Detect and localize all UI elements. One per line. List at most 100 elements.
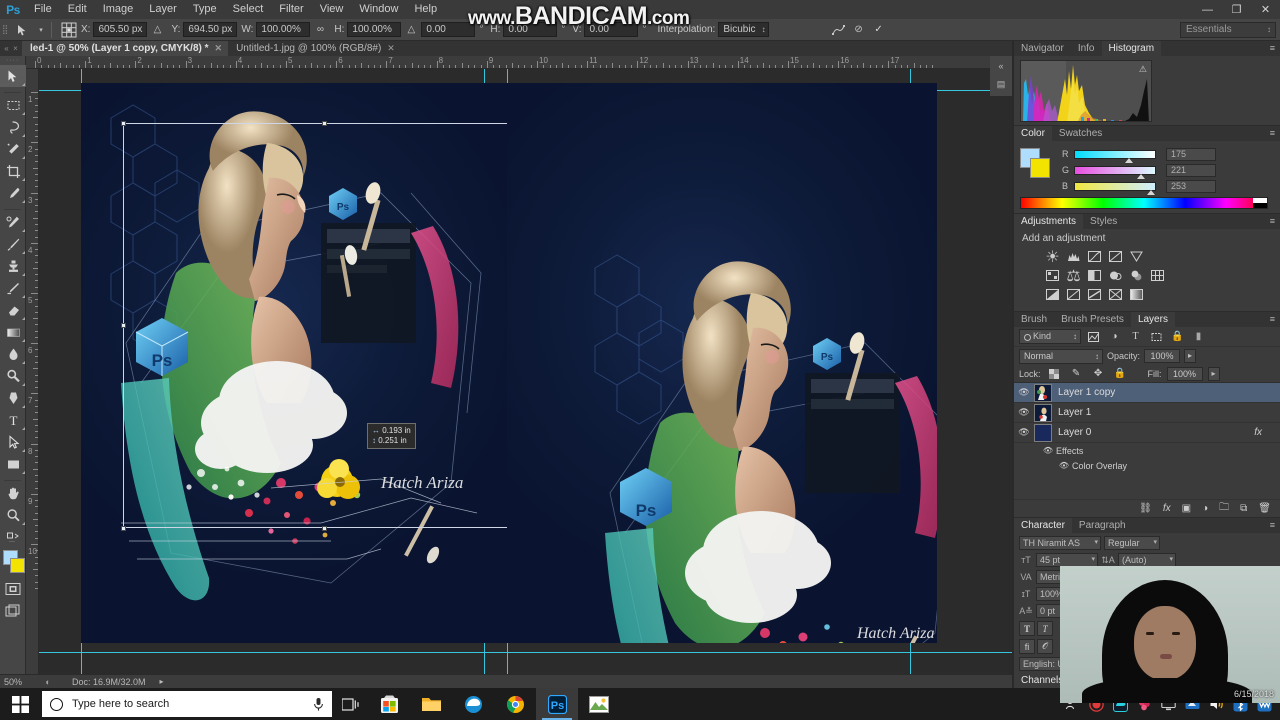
layer-thumbnail[interactable]: [1034, 383, 1052, 402]
zoom-tool[interactable]: [0, 504, 26, 526]
layer-name[interactable]: Layer 1 copy: [1058, 387, 1115, 398]
tab-info[interactable]: Info: [1071, 41, 1102, 56]
clone-stamp-tool[interactable]: [0, 255, 26, 277]
artboard-right[interactable]: Ps Ps Hatch Ariza: [507, 83, 937, 643]
layer-visibility-icon[interactable]: 👁: [1014, 387, 1034, 398]
canvas-area[interactable]: Ps Ps Hatch Ariza ↔ 0.193 in ↕ 0.251 in …: [39, 69, 1012, 674]
skew-h-input[interactable]: 0.00: [503, 22, 558, 37]
height-input[interactable]: 100.00%: [347, 22, 402, 37]
panel-menu-icon[interactable]: ≡: [1270, 44, 1275, 53]
lock-all-icon[interactable]: 🔒: [1112, 366, 1129, 382]
layer-mask-icon[interactable]: ▣: [1182, 503, 1191, 514]
layer-effect-color-overlay[interactable]: 👁 Color Overlay: [1014, 458, 1280, 473]
restore-button[interactable]: ❐: [1222, 0, 1251, 19]
menu-item-type[interactable]: Type: [185, 0, 225, 19]
eraser-tool[interactable]: [0, 299, 26, 321]
link-layers-icon[interactable]: ⛓: [1139, 503, 1152, 514]
taskbar-app-microsoft-store[interactable]: [368, 688, 410, 720]
layer-name[interactable]: Layer 0: [1058, 427, 1091, 438]
warp-mode-icon[interactable]: [829, 21, 849, 39]
panel-menu-icon[interactable]: ≡: [1270, 315, 1275, 324]
channel-slider-r[interactable]: [1074, 149, 1156, 163]
zoom-level[interactable]: 50%: [0, 677, 40, 687]
effects-visibility-icon[interactable]: 👁: [1040, 446, 1056, 455]
tab-paragraph[interactable]: Paragraph: [1072, 518, 1133, 533]
channel-value-b[interactable]: 253: [1166, 179, 1216, 193]
menu-item-filter[interactable]: Filter: [271, 0, 311, 19]
lock-image-icon[interactable]: ✎: [1068, 366, 1085, 382]
transform-handle-ml[interactable]: [121, 323, 126, 328]
skew-v-input[interactable]: 0.00: [584, 22, 639, 37]
layer-row-layer-1[interactable]: 👁 Layer 1: [1014, 403, 1280, 423]
status-menu-arrow-icon[interactable]: ▸: [160, 677, 164, 686]
color-spectrum-ramp[interactable]: [1020, 197, 1268, 209]
blend-mode-select[interactable]: Normal: [1019, 348, 1103, 364]
search-input[interactable]: Type here to search: [42, 691, 332, 717]
pen-tool[interactable]: [0, 387, 26, 409]
tab-adjustments[interactable]: Adjustments: [1014, 214, 1084, 229]
panel-menu-icon[interactable]: ≡: [1270, 521, 1275, 530]
tab-brush[interactable]: Brush: [1014, 312, 1054, 327]
close-icon[interactable]: ✕: [215, 41, 223, 56]
quick-mask-mode-button[interactable]: [0, 578, 26, 600]
panel-menu-icon[interactable]: ≡: [1270, 129, 1275, 138]
background-color-swatch[interactable]: [10, 558, 25, 573]
type-filter-icon[interactable]: T: [1127, 329, 1144, 345]
layer-filter-kind-select[interactable]: Kind: [1019, 329, 1081, 344]
horizontal-type-tool[interactable]: T: [0, 409, 26, 431]
gradient-tool[interactable]: [0, 321, 26, 343]
workspace-switcher[interactable]: Essentials: [1180, 22, 1276, 38]
layer-visibility-icon[interactable]: 👁: [1014, 427, 1034, 438]
brightness-contrast-icon[interactable]: ☀: [1044, 249, 1061, 266]
contextual-alternates-button[interactable]: 𝒪: [1037, 639, 1053, 654]
layer-thumbnail[interactable]: [1034, 423, 1052, 442]
tab-layers[interactable]: Layers: [1130, 312, 1175, 327]
horizontal-ruler[interactable]: 0 1 2 3 4 5 6 7 8 9 10 11 12 13 14 15 16 17: [26, 56, 1012, 69]
new-adjustment-icon[interactable]: ◑: [1202, 503, 1208, 514]
levels-icon[interactable]: [1065, 249, 1082, 264]
close-button[interactable]: ✕: [1251, 0, 1280, 19]
document-tab-led-1[interactable]: led-1 @ 50% (Layer 1 copy, CMYK/8) * ✕: [22, 41, 229, 56]
histogram-cache-warning-icon[interactable]: ⚠: [1139, 64, 1147, 75]
rectangular-marquee-tool[interactable]: [0, 94, 26, 116]
opacity-stepper[interactable]: ▸: [1184, 349, 1197, 363]
layer-row-layer-1-copy[interactable]: 👁 Layer 1 copy: [1014, 383, 1280, 403]
fill-stepper[interactable]: ▸: [1207, 366, 1220, 381]
interpolation-select[interactable]: Bicubic: [718, 22, 769, 37]
tool-preset-caret-icon[interactable]: ▾: [36, 26, 46, 34]
taskbar-app-photos[interactable]: [578, 688, 620, 720]
screen-mode-button[interactable]: [0, 600, 26, 622]
rectangle-tool[interactable]: [0, 453, 26, 475]
tab-navigator[interactable]: Navigator: [1014, 41, 1071, 56]
vertical-ruler[interactable]: 1 2 3 4 5 6 7 8 9 10: [26, 69, 39, 674]
artboard-left[interactable]: Ps Ps Hatch Ariza ↔ 0.193 in ↕ 0.251 in: [81, 83, 529, 643]
channel-mixer-icon[interactable]: [1128, 268, 1145, 283]
transform-handle-bl[interactable]: [121, 526, 126, 531]
options-bar-grip-icon[interactable]: ⣿: [0, 19, 10, 41]
tab-character[interactable]: Character: [1014, 518, 1072, 533]
path-selection-tool[interactable]: [0, 431, 26, 453]
menu-item-edit[interactable]: Edit: [60, 0, 95, 19]
invert-icon[interactable]: [1044, 287, 1061, 302]
document-info-icon[interactable]: ◐: [40, 677, 56, 687]
fill-input[interactable]: 100%: [1166, 366, 1203, 381]
new-layer-icon[interactable]: ⧉: [1240, 503, 1247, 514]
taskbar-app-file-explorer[interactable]: [410, 688, 452, 720]
maintain-aspect-ratio-icon[interactable]: ∞: [310, 21, 330, 39]
posterize-icon[interactable]: [1065, 287, 1082, 302]
menu-item-window[interactable]: Window: [351, 0, 406, 19]
width-input[interactable]: 100.00%: [256, 22, 311, 37]
commit-transform-button[interactable]: ✓: [869, 21, 889, 39]
threshold-icon[interactable]: [1086, 287, 1103, 302]
slider-knob[interactable]: [1147, 189, 1155, 195]
menu-item-view[interactable]: View: [312, 0, 352, 19]
tab-histogram[interactable]: Histogram: [1101, 41, 1162, 56]
layer-name[interactable]: Layer 1: [1058, 407, 1091, 418]
rotation-input[interactable]: 0.00: [421, 22, 476, 37]
layer-effects-group[interactable]: 👁 Effects: [1014, 443, 1280, 458]
crop-tool[interactable]: [0, 160, 26, 182]
quick-selection-tool[interactable]: [0, 138, 26, 160]
leading-input[interactable]: (Auto): [1118, 553, 1176, 567]
reference-point-grid[interactable]: [61, 22, 77, 38]
exposure-icon[interactable]: [1107, 249, 1124, 264]
